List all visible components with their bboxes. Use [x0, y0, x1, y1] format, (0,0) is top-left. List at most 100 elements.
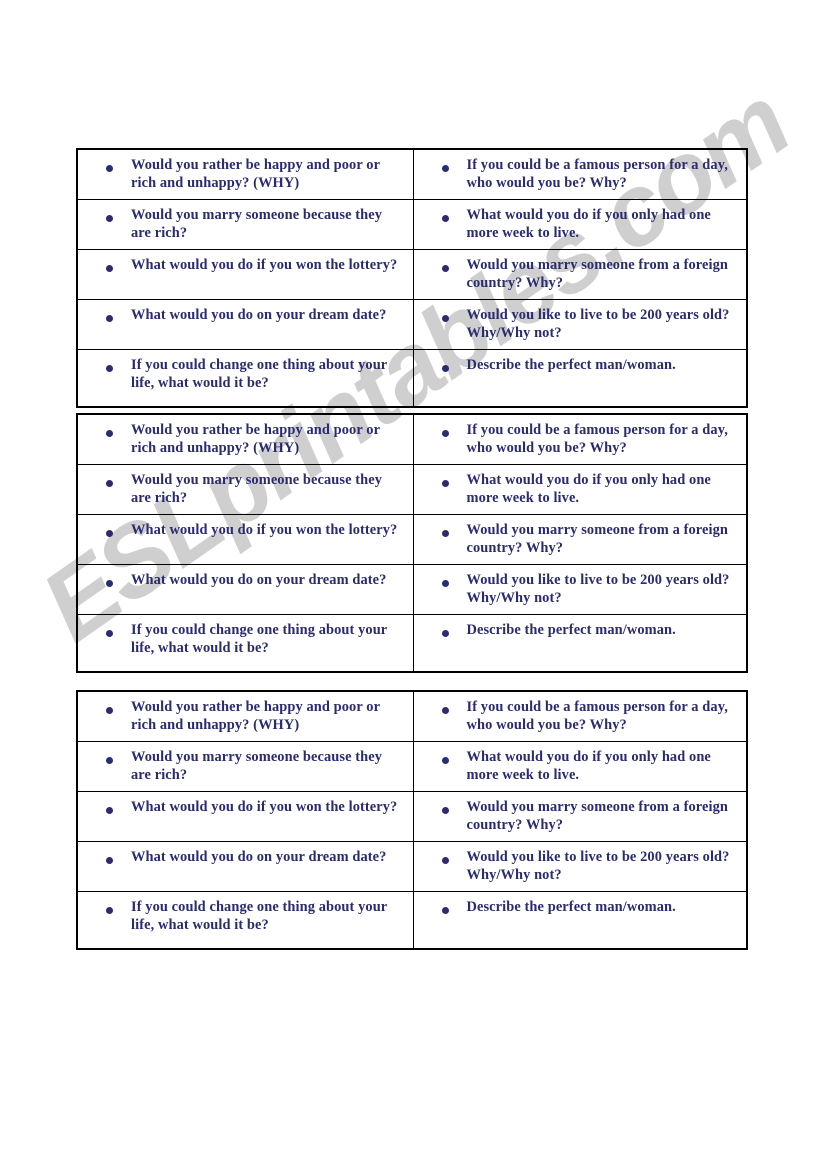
question-cell[interactable]: What would you do if you won the lottery… [76, 249, 414, 300]
question-cell[interactable]: What would you do if you only had one mo… [412, 464, 748, 515]
question-cell[interactable]: Would you rather be happy and poor or ri… [76, 148, 414, 200]
table-row: Would you marry someone because they are… [76, 464, 748, 515]
question-text: Describe the perfect man/woman. [466, 899, 676, 915]
question-text: Describe the perfect man/woman. [466, 622, 676, 638]
question-cell[interactable]: Would you marry someone because they are… [76, 464, 414, 515]
bullet-icon [441, 630, 449, 637]
question-cell[interactable]: Would you like to live to be 200 years o… [412, 841, 748, 892]
question-text: If you could change one thing about your… [131, 622, 388, 656]
question-text: What would you do if you won the lottery… [131, 522, 398, 538]
table-row: Would you rather be happy and poor or ri… [76, 690, 748, 742]
question-text: Would you rather be happy and poor or ri… [131, 157, 380, 191]
table-row: If you could change one thing about your… [76, 349, 748, 408]
bullet-icon [441, 315, 449, 322]
question-text: What would you do if you only had one mo… [466, 207, 711, 241]
bullet-icon [106, 480, 113, 487]
bullet-icon [441, 265, 449, 272]
bullet-icon [441, 857, 449, 864]
bullet-icon [106, 315, 113, 322]
table-row: If you could change one thing about your… [76, 614, 748, 673]
bullet-icon [441, 580, 449, 587]
question-cell[interactable]: Describe the perfect man/woman. [412, 614, 748, 673]
worksheet-page: Would you rather be happy and poor or ri… [0, 0, 821, 1169]
bullet-icon [441, 807, 449, 814]
question-text: Would you like to live to be 200 years o… [466, 849, 730, 883]
question-cell[interactable]: If you could be a famous person for a da… [412, 148, 748, 200]
bullet-icon [106, 530, 113, 537]
question-cell[interactable]: Would you marry someone from a foreign c… [412, 249, 748, 300]
bullet-icon [106, 707, 113, 714]
question-text: Describe the perfect man/woman. [466, 357, 676, 373]
question-cell[interactable]: Would you marry someone because they are… [76, 741, 414, 792]
question-text: If you could change one thing about your… [131, 357, 388, 391]
question-cell[interactable]: Would you like to live to be 200 years o… [412, 564, 748, 615]
table-row: Would you rather be happy and poor or ri… [76, 413, 748, 465]
bullet-icon [441, 215, 449, 222]
question-text: What would you do if you only had one mo… [466, 749, 711, 783]
question-cell[interactable]: Describe the perfect man/woman. [412, 891, 748, 950]
bullet-icon [441, 430, 449, 437]
bullet-icon [441, 707, 449, 714]
question-text: What would you do on your dream date? [131, 849, 387, 865]
question-text: What would you do if you won the lottery… [131, 257, 398, 273]
question-cell[interactable]: Would you rather be happy and poor or ri… [76, 413, 414, 465]
question-cell[interactable]: What would you do if you won the lottery… [76, 514, 414, 565]
question-cell[interactable]: What would you do if you only had one mo… [412, 199, 748, 250]
bullet-icon [441, 757, 449, 764]
question-cell[interactable]: Would you marry someone because they are… [76, 199, 414, 250]
bullet-icon [106, 630, 113, 637]
bullet-icon [441, 480, 449, 487]
table-row: If you could change one thing about your… [76, 891, 748, 950]
bullet-icon [106, 365, 113, 372]
bullet-icon [106, 857, 113, 864]
bullet-icon [106, 430, 113, 437]
question-cell[interactable]: Describe the perfect man/woman. [412, 349, 748, 408]
question-text: Would you marry someone because they are… [131, 749, 383, 783]
question-cell[interactable]: If you could be a famous person for a da… [412, 413, 748, 465]
question-text: Would you rather be happy and poor or ri… [131, 422, 380, 456]
question-text: Would you marry someone from a foreign c… [466, 799, 728, 833]
question-cell[interactable]: What would you do on your dream date? [76, 841, 414, 892]
table-row: Would you rather be happy and poor or ri… [76, 148, 748, 200]
question-cell[interactable]: What would you do if you only had one mo… [412, 741, 748, 792]
question-cell[interactable]: If you could change one thing about your… [76, 349, 414, 408]
question-table-2: Would you rather be happy and poor or ri… [76, 413, 748, 673]
question-text: If you could be a famous person for a da… [466, 422, 728, 456]
question-text: What would you do on your dream date? [131, 307, 387, 323]
bullet-icon [441, 365, 449, 372]
bullet-icon [441, 165, 449, 172]
bullet-icon [106, 757, 113, 764]
table-row: What would you do on your dream date? Wo… [76, 299, 748, 350]
question-cell[interactable]: What would you do on your dream date? [76, 564, 414, 615]
question-cell[interactable]: What would you do on your dream date? [76, 299, 414, 350]
question-text: If you could be a famous person for a da… [466, 699, 728, 733]
question-cell[interactable]: If you could be a famous person for a da… [412, 690, 748, 742]
table-row: What would you do on your dream date? Wo… [76, 841, 748, 892]
question-text: If you could change one thing about your… [131, 899, 388, 933]
question-cell[interactable]: If you could change one thing about your… [76, 891, 414, 950]
question-text: Would you marry someone because they are… [131, 472, 383, 506]
question-cell[interactable]: Would you like to live to be 200 years o… [412, 299, 748, 350]
bullet-icon [106, 215, 113, 222]
question-text: Would you marry someone from a foreign c… [466, 522, 728, 556]
question-cell[interactable]: Would you marry someone from a foreign c… [412, 791, 748, 842]
table-row: What would you do if you won the lottery… [76, 249, 748, 300]
table-row: What would you do if you won the lottery… [76, 514, 748, 565]
table-row: Would you marry someone because they are… [76, 199, 748, 250]
question-text: If you could be a famous person for a da… [466, 157, 728, 191]
question-text: Would you like to live to be 200 years o… [466, 307, 730, 341]
question-cell[interactable]: Would you rather be happy and poor or ri… [76, 690, 414, 742]
table-row: What would you do if you won the lottery… [76, 791, 748, 842]
table-row: Would you marry someone because they are… [76, 741, 748, 792]
bullet-icon [106, 165, 113, 172]
question-text: What would you do on your dream date? [131, 572, 387, 588]
question-cell[interactable]: Would you marry someone from a foreign c… [412, 514, 748, 565]
question-text: Would you marry someone because they are… [131, 207, 383, 241]
question-cell[interactable]: If you could change one thing about your… [76, 614, 414, 673]
bullet-icon [106, 265, 113, 272]
table-row: What would you do on your dream date? Wo… [76, 564, 748, 615]
question-text: Would you like to live to be 200 years o… [466, 572, 730, 606]
bullet-icon [441, 530, 449, 537]
question-cell[interactable]: What would you do if you won the lottery… [76, 791, 414, 842]
question-text: What would you do if you won the lottery… [131, 799, 398, 815]
